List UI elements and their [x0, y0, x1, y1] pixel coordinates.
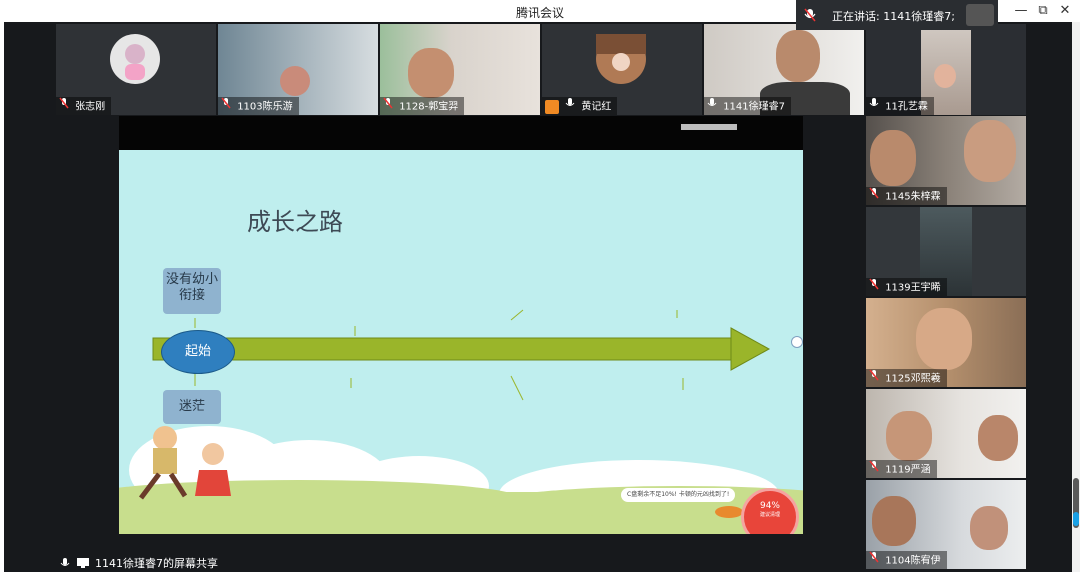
- muted-mic-icon: [221, 97, 231, 115]
- speaking-indicator: 正在讲话: 1141徐瑾睿7;: [796, 0, 998, 30]
- badge-caption: 建议清理: [759, 512, 780, 518]
- muted-mic-icon: [383, 97, 393, 115]
- minimize-button[interactable]: —: [1010, 2, 1032, 20]
- slide-pointer-icon: [791, 336, 803, 348]
- slide-box-bottom: 迷茫: [163, 390, 221, 424]
- video-tile[interactable]: 1128-郭宝羿: [380, 24, 540, 115]
- participant-label: 1103陈乐游: [218, 97, 299, 115]
- slide-box-top: 没有幼小衔接: [163, 268, 221, 314]
- restore-button[interactable]: ⧉: [1032, 2, 1054, 20]
- participant-name: 1145朱梓霖: [885, 191, 941, 203]
- participant-label: 1125邓熙羲: [866, 369, 947, 387]
- participant-label: 1141徐瑾睿7: [704, 97, 791, 115]
- host-icon: [545, 99, 559, 114]
- close-button[interactable]: ✕: [1054, 2, 1076, 20]
- video-tile[interactable]: 张志刚: [56, 24, 216, 115]
- participant-label: 1139王宇晞: [866, 278, 947, 296]
- screen-share-icon: [76, 557, 89, 571]
- scrollbar[interactable]: [1072, 22, 1080, 572]
- mic-icon: [707, 97, 717, 115]
- muted-mic-icon: [869, 551, 879, 569]
- scrollbar-indicator: [1073, 512, 1079, 526]
- mic-icon: [869, 97, 879, 115]
- participant-name: 1125邓熙羲: [885, 373, 941, 385]
- shared-slide: 成长之路 没有幼小衔接 起始 迷茫 C盘剩余不足10%! 卡顿的元凶找到了! 9…: [119, 150, 803, 534]
- participant-name: 1119严涵: [885, 464, 931, 476]
- slide-start-node: 起始: [161, 330, 235, 374]
- video-tile[interactable]: 1139王宇晞: [866, 207, 1026, 296]
- participant-name: 1103陈乐游: [237, 101, 293, 113]
- video-tile[interactable]: 1119严涵: [866, 389, 1026, 478]
- video-tile[interactable]: 黄记红: [542, 24, 702, 115]
- participant-label: 1104陈宥伊: [866, 551, 947, 569]
- mic-icon: [565, 97, 575, 115]
- participant-name: 1104陈宥伊: [885, 555, 941, 567]
- cleanup-banner[interactable]: C盘剩余不足10%! 卡顿的元凶找到了!: [621, 488, 736, 502]
- participant-label: 张志刚: [56, 97, 112, 115]
- video-tile[interactable]: 11孔艺霖: [866, 24, 1026, 115]
- participant-label: 黄记红: [542, 97, 618, 115]
- participant-name: 1139王宇晞: [885, 282, 941, 294]
- participant-label: 1119严涵: [866, 460, 937, 478]
- disk-cleanup-badge[interactable]: 94% 建议清理: [741, 488, 799, 534]
- participant-name: 黄记红: [581, 101, 612, 113]
- mic-icon: [60, 557, 70, 572]
- avatar: [596, 34, 646, 84]
- badge-percent: 94%: [759, 501, 780, 511]
- participant-name: 1141徐瑾睿7: [723, 101, 785, 113]
- muted-mic-icon: [59, 97, 69, 115]
- share-owner-text: 1141徐瑾睿7的屏幕共享: [95, 557, 218, 570]
- video-tile[interactable]: 1104陈宥伊: [866, 480, 1026, 569]
- participant-label: 1145朱梓霖: [866, 187, 947, 205]
- signal-icon: [966, 4, 994, 26]
- shared-screen-header: [119, 116, 803, 150]
- participant-name: 1128-郭宝羿: [399, 101, 459, 113]
- muted-mic-icon: [869, 369, 879, 387]
- screen-share-label: 1141徐瑾睿7的屏幕共享: [60, 555, 218, 572]
- muted-mic-icon: [804, 8, 816, 25]
- participant-label: 1128-郭宝羿: [380, 97, 465, 115]
- muted-mic-icon: [869, 278, 879, 296]
- speaking-text: 正在讲话: 1141徐瑾睿7;: [832, 10, 955, 23]
- video-tile-active[interactable]: 1141徐瑾睿7: [704, 24, 864, 115]
- slide-title: 成长之路: [247, 208, 343, 236]
- participant-name: 张志刚: [75, 101, 106, 113]
- video-tile[interactable]: 1145朱梓霖: [866, 116, 1026, 205]
- slide-progress-bar: [681, 124, 737, 130]
- participant-name: 11孔艺霖: [885, 101, 928, 113]
- video-tile[interactable]: 1103陈乐游: [218, 24, 378, 115]
- participant-label: 11孔艺霖: [866, 97, 934, 115]
- avatar: [110, 34, 160, 84]
- video-tile[interactable]: 1125邓熙羲: [866, 298, 1026, 387]
- muted-mic-icon: [869, 460, 879, 478]
- muted-mic-icon: [869, 187, 879, 205]
